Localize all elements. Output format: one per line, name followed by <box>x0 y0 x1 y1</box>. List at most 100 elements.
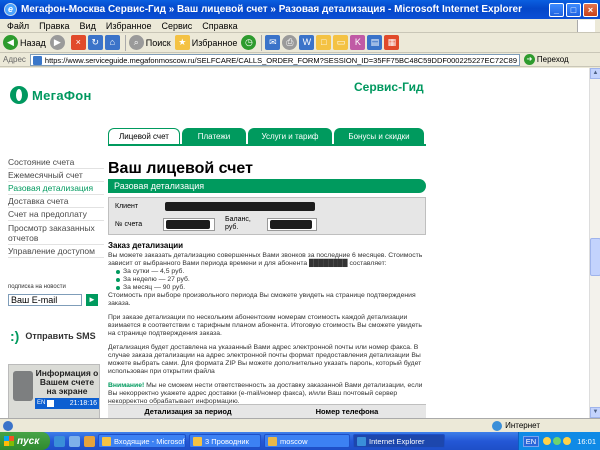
price-item-week: За неделю — 27 руб. <box>116 276 426 284</box>
toolbar: ◀ Назад ▶ × ↻ ⌂ ⌕ Поиск ★ Избранное ◷ ✉ … <box>0 33 600 53</box>
menu-view[interactable]: Вид <box>80 21 96 31</box>
warning-text: Мы не сможем нести ответственность за до… <box>108 382 423 405</box>
sidebar-item-monthly-bill[interactable]: Ежемесячный счет <box>8 169 104 182</box>
close-button[interactable]: × <box>583 2 598 17</box>
menu-help[interactable]: Справка <box>202 21 237 31</box>
address-bar: Адрес https://www.serviceguide.megafonmo… <box>0 53 600 67</box>
megafon-logo-text: МегаФон <box>32 87 92 103</box>
print-icon[interactable]: ⎙ <box>282 35 298 50</box>
outlook-icon <box>102 436 111 446</box>
minimize-button[interactable]: _ <box>549 2 564 17</box>
address-label: Адрес <box>3 55 26 64</box>
windows-flag-icon <box>4 436 14 446</box>
refresh-icon[interactable]: ↻ <box>87 35 103 50</box>
start-button[interactable]: пуск <box>0 432 50 450</box>
go-label: Переход <box>536 55 569 64</box>
mail-icon[interactable]: ✉ <box>265 35 281 50</box>
start-label: пуск <box>17 435 40 447</box>
quicklaunch-media-icon[interactable] <box>84 435 95 447</box>
sidebar-item-access-control[interactable]: Управление доступом <box>8 245 104 258</box>
taskbar-item-explorer[interactable]: 3 Проводник <box>189 434 261 448</box>
menu-favorites[interactable]: Избранное <box>106 21 152 31</box>
forward-button[interactable]: ▶ <box>49 35 67 50</box>
back-label: Назад <box>20 37 46 48</box>
taskbar-clock: 16:01 <box>577 436 596 446</box>
scroll-thumb[interactable] <box>590 238 600 276</box>
send-sms-link[interactable]: :) Отправить SMS <box>10 328 96 344</box>
ie-logo-icon: e <box>4 3 17 16</box>
service-guide-title: Сервис-Гид <box>354 80 424 94</box>
sidebar-item-bill-delivery[interactable]: Доставка счета <box>8 195 104 208</box>
tab-services[interactable]: Услуги и тариф <box>248 128 332 144</box>
widget-tray-preview: EN 21:18:16 <box>35 398 99 409</box>
quicklaunch-ie-icon[interactable] <box>54 435 65 447</box>
warning-prefix: Внимание! <box>108 382 145 389</box>
account-number-label: № счета <box>115 221 143 228</box>
scroll-up-icon[interactable]: ▲ <box>590 68 600 79</box>
account-info-widget-banner[interactable]: Информация о Вашем счете на экране EN 21… <box>8 364 100 418</box>
tab-account[interactable]: Лицевой счет <box>108 128 180 144</box>
menu-file[interactable]: Файл <box>7 21 29 31</box>
folder-icon[interactable]: ▭ <box>333 35 349 50</box>
discuss-icon[interactable]: □ <box>316 35 332 50</box>
addon-icon[interactable]: ▦ <box>384 35 400 50</box>
scroll-down-icon[interactable]: ▼ <box>590 407 600 418</box>
favorites-label: Избранное <box>191 37 238 48</box>
address-input[interactable]: https://www.serviceguide.megafonmoscow.r… <box>29 53 520 66</box>
tab-payments[interactable]: Платежи <box>182 128 246 144</box>
menu-edit[interactable]: Правка <box>39 21 69 31</box>
messenger-icon[interactable]: K <box>350 35 366 50</box>
zone-label: Интернет <box>505 421 540 430</box>
go-button[interactable]: ➜ Переход <box>523 54 569 65</box>
status-bar: Интернет <box>0 418 600 432</box>
task-label: Internet Explorer <box>369 436 425 446</box>
sidebar-item-account-status[interactable]: Состояние счета <box>8 156 104 169</box>
sidebar-nav: Состояние счета Ежемесячный счет Разовая… <box>8 156 104 258</box>
maximize-button[interactable]: □ <box>566 2 581 17</box>
tray-icon[interactable] <box>553 437 562 445</box>
column-header-phone: Номер телефона <box>315 407 379 416</box>
search-button[interactable]: ⌕ Поиск <box>128 35 171 50</box>
menu-tools[interactable]: Сервис <box>161 21 192 31</box>
task-label: 3 Проводник <box>205 436 249 446</box>
search-label: Поиск <box>145 37 171 48</box>
email-subscribe-button[interactable]: ► <box>86 294 98 306</box>
back-arrow-icon: ◀ <box>3 35 18 50</box>
menu-bar: Файл Правка Вид Избранное Сервис Справка <box>0 19 600 33</box>
research-icon[interactable]: ▤ <box>367 35 383 50</box>
sidebar-item-one-time-details[interactable]: Разовая детализация <box>8 182 104 195</box>
vertical-scrollbar[interactable]: ▲ ▼ <box>589 68 600 418</box>
back-button[interactable]: ◀ Назад <box>3 35 46 50</box>
sidebar-item-prepayment[interactable]: Счет на предоплату <box>8 208 104 221</box>
taskbar-item-moscow[interactable]: moscow <box>264 434 350 448</box>
phone-icon <box>13 371 33 401</box>
tray-icon[interactable] <box>563 437 572 445</box>
search-icon: ⌕ <box>128 35 144 50</box>
email-subscribe-input[interactable] <box>8 294 82 306</box>
page-viewport: МегаФон Сервис-Гид Лицевой счет Платежи … <box>0 68 589 418</box>
taskbar-item-outlook[interactable]: Входящие - Microsof... <box>98 434 186 448</box>
tray-icon[interactable] <box>543 437 552 445</box>
home-icon[interactable]: ⌂ <box>104 35 120 50</box>
task-label: moscow <box>280 436 308 446</box>
tray-mini-icon <box>47 400 55 407</box>
taskbar-item-internet-explorer[interactable]: Internet Explorer <box>353 434 445 448</box>
document-icon <box>268 436 277 446</box>
warning-paragraph: Внимание! Мы не сможем нести ответственн… <box>108 382 426 406</box>
megafon-logo[interactable]: МегаФон <box>10 86 92 104</box>
forward-arrow-icon: ▶ <box>49 35 65 50</box>
client-value-redacted <box>165 202 315 211</box>
quicklaunch-desktop-icon[interactable] <box>69 435 80 447</box>
pricing-paragraph: Вы можете заказать детализацию совершенн… <box>108 252 423 267</box>
stop-icon[interactable]: × <box>70 35 86 50</box>
favorites-button[interactable]: ★ Избранное <box>174 35 238 50</box>
section-header: Разовая детализация <box>108 179 426 193</box>
tab-bonuses[interactable]: Бонусы и скидки <box>334 128 424 144</box>
widget-time: 21:18:16 <box>69 400 97 407</box>
edit-icon[interactable]: W <box>299 35 315 50</box>
client-info-box: Клиент № счета Баланс, руб. <box>108 197 426 235</box>
sidebar-item-ordered-reports[interactable]: Просмотр заказанных отчетов <box>8 221 104 245</box>
language-indicator[interactable]: EN <box>522 435 540 447</box>
multiple-numbers-paragraph: При заказе детализации по нескольким або… <box>108 314 422 337</box>
history-icon[interactable]: ◷ <box>241 35 257 50</box>
